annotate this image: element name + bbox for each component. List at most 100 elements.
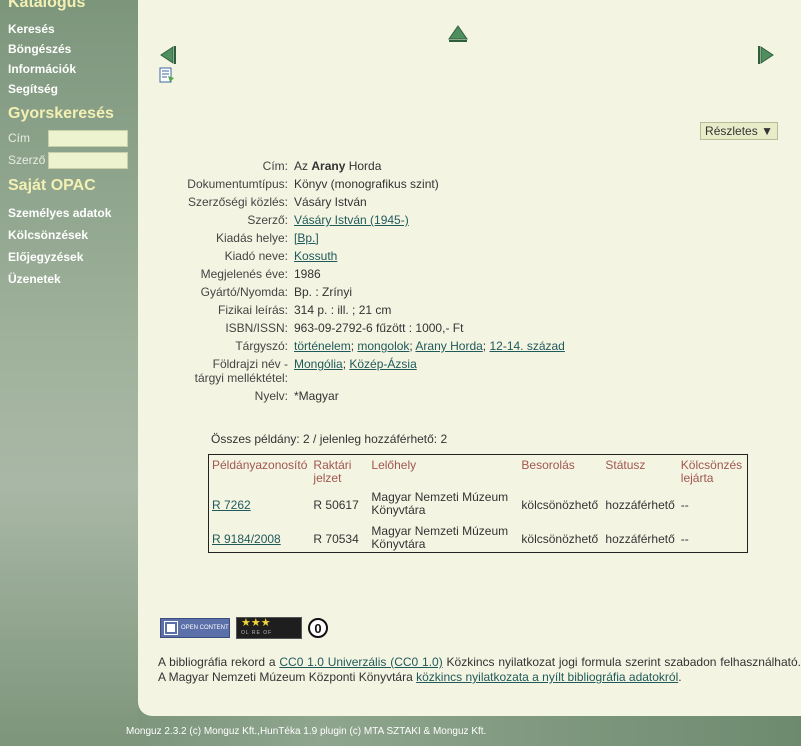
next-arrow-icon[interactable]	[756, 45, 776, 65]
title-pre: Az	[294, 159, 309, 173]
record-row-isbn: ISBN/ISSN: 963-09-2792-6 fűzött : 1000,-…	[183, 319, 568, 337]
qs-author-row: Szerző	[0, 150, 138, 170]
place-link[interactable]: [Bp.]	[294, 231, 319, 245]
up-arrow-icon[interactable]	[448, 25, 468, 43]
field-label: Cím:	[262, 159, 288, 173]
copy-id-link[interactable]: R 9184/2008	[212, 532, 281, 546]
field-label: Kiadó neve:	[224, 249, 288, 263]
table-cell: kölcsönözhető	[521, 532, 599, 546]
subject-link[interactable]: mongolok	[357, 339, 409, 353]
title-bold: Arany	[311, 159, 346, 173]
col-header: Raktári jelzet	[313, 458, 352, 485]
stars-sub-label: OL RE OF	[241, 630, 273, 636]
qs-author-label: Szerző	[8, 153, 46, 167]
title-value: Az Arany Horda	[291, 157, 568, 175]
physical-value: 314 p. : ill. ; 21 cm	[294, 303, 392, 317]
record-row-author: Szerző: Vásáry István (1945-)	[183, 211, 568, 229]
nav-messages[interactable]: Üzenetek	[0, 268, 138, 290]
record-row-doctype: Dokumentumtípus: Könyv (monografikus szi…	[183, 175, 568, 193]
copy-id-link[interactable]: R 7262	[212, 498, 251, 512]
document-icon[interactable]	[159, 67, 175, 83]
opac-title: Saját OPAC	[8, 177, 96, 194]
catalog-title: Katalógus	[8, 0, 86, 11]
table-cell: hozzáférhető	[605, 532, 675, 546]
sidebar: Katalógus Keresés Böngészés Információk …	[0, 0, 138, 746]
nav-loans[interactable]: Kölcsönzések	[0, 224, 138, 246]
nav-browse[interactable]: Böngészés	[0, 39, 138, 59]
record-row-geo: Földrajzi név - tárgyi melléktétel: Mong…	[183, 355, 568, 387]
col-header: Lelőhely	[371, 458, 417, 472]
col-header: Példányazonosító	[212, 458, 308, 472]
table-cell: --	[680, 532, 689, 546]
table-row: R 9184/2008 R 70534 Magyar Nemzeti Múzeu…	[209, 521, 747, 555]
nav-search[interactable]: Keresés	[0, 19, 138, 39]
doctype-value: Könyv (monografikus szint)	[294, 177, 439, 191]
author-link[interactable]: Vásáry István (1945-)	[294, 213, 409, 227]
license-text: A bibliográfia rekord a CC0 1.0 Univerzá…	[158, 655, 801, 685]
stars-icon: ★★★	[241, 617, 271, 629]
table-cell: kölcsönözhető	[521, 498, 599, 512]
record-row-authorship: Szerzőségi közlés: Vásáry István	[183, 193, 568, 211]
copies-box: Példányazonosító Raktári jelzet Lelőhely…	[208, 454, 748, 553]
record-row-printer: Gyártó/Nyomda: Bp. : Zrínyi	[183, 283, 568, 301]
copies-header-row: Példányazonosító Raktári jelzet Lelőhely…	[209, 457, 747, 487]
title-post: Horda	[348, 159, 382, 173]
footer-credits: Monguz 2.3.2 (c) Monguz Kft.,HunTéka 1.9…	[126, 726, 487, 737]
field-label: Megjelenés éve:	[200, 267, 288, 281]
col-header: Besorolás	[521, 458, 575, 472]
copies-summary: Összes példány: 2 / jelenleg hozzáférhet…	[211, 432, 448, 446]
prev-arrow-icon[interactable]	[158, 45, 178, 65]
subject-link[interactable]: történelem	[294, 339, 351, 353]
language-value: *Magyar	[294, 389, 339, 403]
field-label: Fizikai leírás:	[217, 303, 288, 317]
details-dropdown[interactable]: Részletes ▼	[700, 122, 778, 140]
field-label: Nyelv:	[254, 389, 288, 403]
record-row-subjects: Tárgyszó: történelem; mongolok; Arany Ho…	[183, 337, 568, 355]
open-content-logo-icon	[164, 621, 178, 635]
main-panel: Részletes ▼ Cím: Az Arany Horda Dokument…	[138, 0, 801, 716]
table-cell: Magyar Nemzeti Múzeum Könyvtára	[371, 524, 509, 551]
table-cell: hozzáférhető	[605, 498, 675, 512]
authorship-value: Vásáry István	[294, 195, 367, 209]
subject-link[interactable]: Arany Horda	[415, 339, 482, 353]
record-row-language: Nyelv: *Magyar	[183, 387, 568, 405]
table-cell: Magyar Nemzeti Múzeum Könyvtára	[371, 490, 509, 517]
license-part: .	[678, 670, 682, 684]
printer-value: Bp. : Zrínyi	[294, 285, 353, 299]
year-value: 1986	[294, 267, 321, 281]
table-cell: --	[680, 498, 689, 512]
record-row-year: Megjelenés éve: 1986	[183, 265, 568, 283]
open-data-stars-badge[interactable]: ★★★ OL RE OF	[236, 617, 302, 639]
subject-link[interactable]: 12-14. század	[489, 339, 564, 353]
license-part: A bibliográfia rekord a	[158, 655, 276, 669]
cc0-link[interactable]: CC0 1.0 Univerzális (CC0 1.0)	[279, 655, 442, 669]
col-header: Kölcsönzés lejárta	[680, 458, 743, 485]
geo-link[interactable]: Mongólia	[294, 357, 343, 371]
nav-information[interactable]: Információk	[0, 59, 138, 79]
nav-help[interactable]: Segítség	[0, 79, 138, 99]
field-label: Gyártó/Nyomda:	[200, 285, 288, 299]
isbn-value: 963-09-2792-6 fűzött : 1000,- Ft	[294, 321, 464, 335]
record-row-place: Kiadás helye: [Bp.]	[183, 229, 568, 247]
field-label: Földrajzi név - tárgyi melléktétel:	[194, 357, 288, 385]
table-cell: R 50617	[313, 498, 359, 512]
nav-reservations[interactable]: Előjegyzések	[0, 246, 138, 268]
field-label: Tárgyszó:	[235, 339, 288, 353]
qs-title-label: Cím	[8, 131, 30, 145]
field-label: ISBN/ISSN:	[225, 321, 288, 335]
quicksearch-title: Gyorskeresés	[8, 105, 114, 122]
qs-author-input[interactable]	[48, 151, 128, 169]
geo-value: Mongólia; Közép-Ázsia	[294, 357, 417, 371]
open-content-badge[interactable]: OPEN CONTENT	[160, 618, 230, 638]
nav-personal-data[interactable]: Személyes adatok	[0, 202, 138, 224]
table-row: R 7262 R 50617 Magyar Nemzeti Múzeum Kön…	[209, 487, 747, 521]
field-label: Dokumentumtípus:	[187, 177, 288, 191]
cc-zero-icon[interactable]: 0	[308, 618, 328, 638]
qs-title-input[interactable]	[48, 129, 128, 147]
col-header: Státusz	[605, 458, 646, 472]
publisher-link[interactable]: Kossuth	[294, 249, 337, 263]
qs-title-row: Cím	[0, 128, 138, 148]
field-label: Szerző:	[247, 213, 288, 227]
geo-link[interactable]: Közép-Ázsia	[349, 357, 416, 371]
public-domain-statement-link[interactable]: közkincs nyilatkozata a nyílt bibliográf…	[416, 670, 678, 684]
